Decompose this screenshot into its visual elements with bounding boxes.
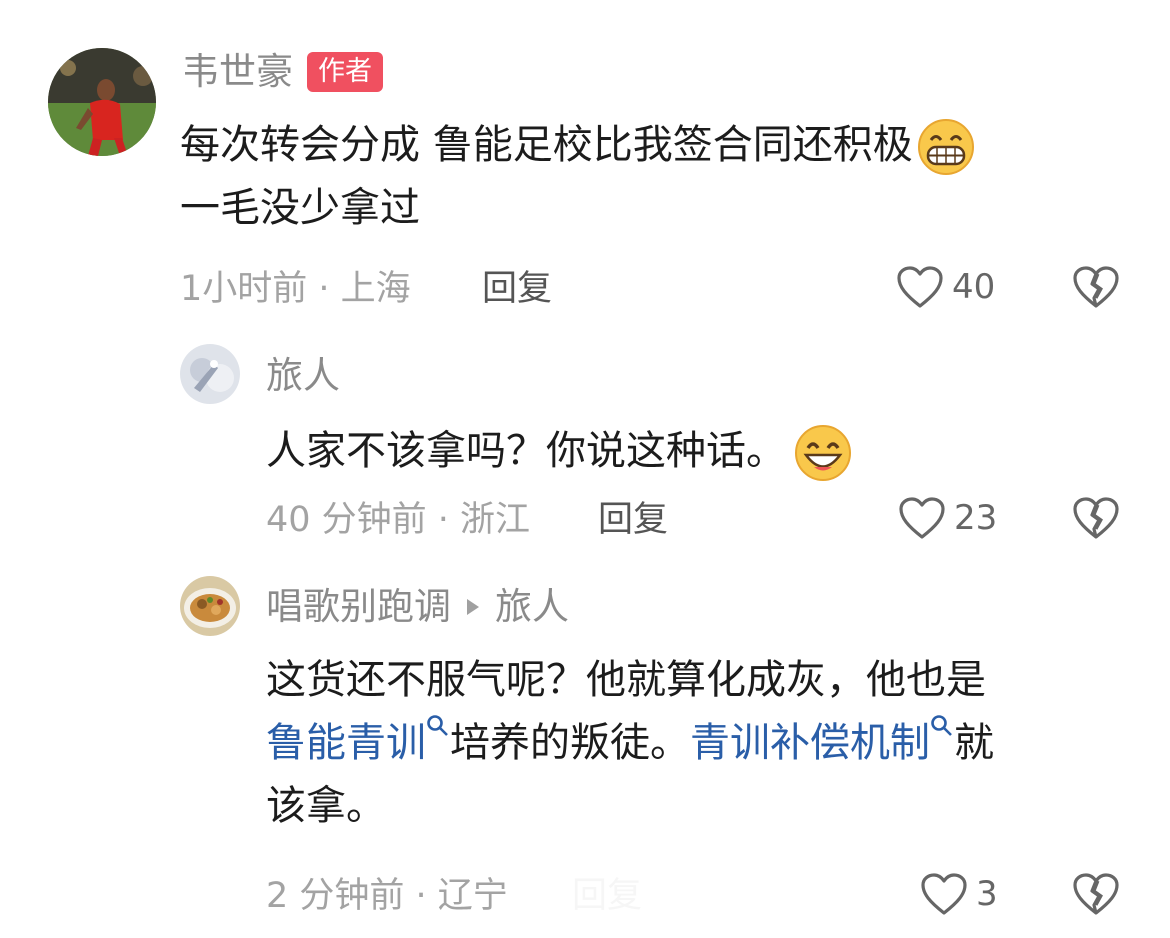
comment-text-line: 这货还不服气呢？他就算化成灰，他也是 — [266, 657, 986, 703]
comment-text: 这货还不服气呢？他就算化成灰，他也是 鲁能青训 培养的叛徒。青训补偿机制就 该拿。 — [266, 649, 994, 838]
heart-icon — [898, 496, 946, 540]
grinning-emoji-icon — [794, 424, 852, 482]
heart-icon — [896, 265, 944, 309]
broken-heart-icon — [1072, 265, 1120, 309]
comment-text: 人家不该拿吗？你说这种话。 — [266, 420, 852, 483]
like-button[interactable]: 40 — [896, 265, 995, 309]
like-button[interactable]: 3 — [920, 872, 998, 916]
author-name[interactable]: 韦世豪 — [182, 50, 293, 94]
dislike-button[interactable] — [1072, 872, 1120, 916]
watermark-overlay — [520, 870, 690, 930]
comment-text-line: 一毛没少拿过 — [180, 185, 420, 231]
comment-meta: 40 分钟前 · 浙江 — [266, 500, 531, 540]
comment-text-line: 该拿。 — [266, 783, 386, 829]
search-link-youth-compensation[interactable]: 青训补偿机制 — [690, 720, 930, 766]
commenter-avatar[interactable] — [180, 576, 240, 636]
reply-button[interactable]: 回复 — [482, 267, 552, 311]
comment-text-line: 人家不该拿吗？你说这种话。 — [266, 428, 786, 474]
like-count: 40 — [952, 267, 996, 307]
broken-heart-icon — [1072, 496, 1120, 540]
reply-button[interactable]: 回复 — [598, 498, 668, 542]
dislike-button[interactable] — [1072, 496, 1120, 540]
like-count: 23 — [954, 498, 998, 538]
comment-meta: 1小时前 · 上海 — [180, 269, 411, 309]
grinning-teeth-emoji-icon — [917, 118, 975, 176]
search-icon — [930, 714, 954, 738]
like-button[interactable]: 23 — [898, 496, 997, 540]
comment-text: 每次转会分成 鲁能足校比我签合同还积极 一毛没少拿过 — [180, 114, 975, 240]
author-badge: 作者 — [307, 52, 383, 92]
dislike-button[interactable] — [1072, 265, 1120, 309]
author-avatar[interactable] — [48, 48, 156, 156]
like-count: 3 — [976, 874, 998, 914]
comment-text-line: 每次转会分成 鲁能足校比我签合同还积极 — [180, 122, 913, 168]
broken-heart-icon — [1072, 872, 1120, 916]
commenter-name[interactable]: 旅人 — [266, 354, 340, 398]
commenter-avatar[interactable] — [180, 344, 240, 404]
heart-icon — [920, 872, 968, 916]
search-link-luneng-youth[interactable]: 鲁能青训 — [266, 720, 426, 766]
reply-to-name[interactable]: 旅人 — [495, 585, 569, 629]
reply-arrow-icon — [465, 597, 481, 617]
search-icon — [426, 714, 450, 738]
comment-meta: 2 分钟前 · 辽宁 — [266, 876, 508, 916]
commenter-name[interactable]: 唱歌别跑调 — [266, 585, 451, 629]
